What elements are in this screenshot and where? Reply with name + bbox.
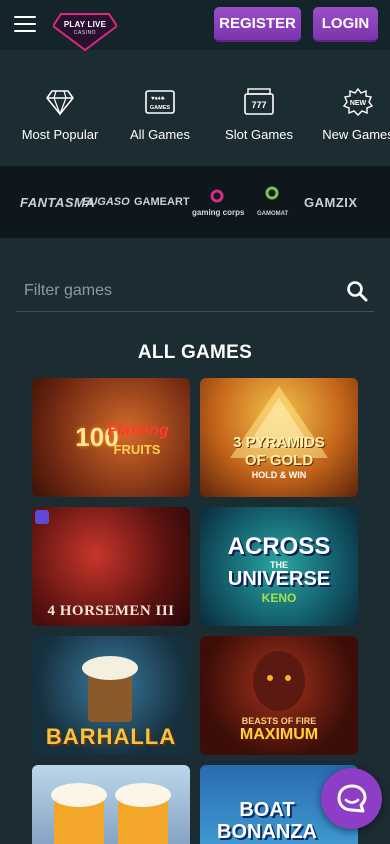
game-tile-4-horsemen-iii[interactable]: 4 HORSEMEN III: [32, 507, 190, 626]
diamond-icon: [45, 90, 75, 116]
game-title-text: BARHALLA: [45, 724, 177, 749]
game-title-text: MAXIMUM: [239, 726, 319, 743]
category-bar: Most Popular ♥♠♦♣ GAMES All Games 777 Slo…: [0, 80, 390, 150]
game-tile-3-pyramids-of-gold[interactable]: 3 PYRAMIDS OF GOLD HOLD & WIN: [200, 378, 358, 497]
filter-games-field: [16, 272, 374, 312]
game-tile-100-flaming-fruits[interactable]: 100 Flaming FRUITS: [32, 378, 190, 497]
category-slot-games[interactable]: 777 Slot Games: [214, 80, 304, 142]
game-tile-barhalla[interactable]: BARHALLA: [32, 636, 190, 755]
filter-games-input[interactable]: [24, 278, 324, 304]
provider-logo-eugaso[interactable]: EUGASO: [82, 166, 130, 238]
provider-badge-icon: [35, 510, 49, 524]
chat-support-button[interactable]: [321, 768, 382, 829]
game-title-text: 3 PYRAMIDS: [233, 434, 325, 451]
game-tile-beasts-of-fire-maximum[interactable]: BEASTS OF FIRE MAXIMUM: [200, 636, 358, 755]
search-icon[interactable]: [346, 280, 368, 302]
game-title-text: BONANZA: [217, 821, 317, 843]
svg-text:GAMES: GAMES: [150, 105, 171, 111]
game-title-text: HOLD & WIN: [251, 470, 307, 480]
provider-logo-strip: FANTASMA EUGASO GAMEART gaming corps GAM…: [0, 166, 390, 238]
game-title-text: OF GOLD: [244, 452, 314, 469]
game-title-text: UNIVERSE: [227, 568, 331, 590]
top-header: PLAY LIVE CASINO REGISTER LOGIN: [0, 0, 390, 52]
svg-text:NEW: NEW: [350, 100, 367, 107]
cards-icon: ♥♠♦♣ GAMES: [145, 90, 175, 114]
game-title-text: ACROSS: [227, 533, 331, 560]
game-title-text: KENO: [261, 591, 297, 605]
new-badge-icon: NEW: [342, 87, 374, 116]
game-title-text: 4 HORSEMEN III: [47, 603, 175, 619]
svg-text:777: 777: [251, 100, 266, 110]
category-label: All Games: [130, 127, 190, 142]
play-live-casino-logo[interactable]: PLAY LIVE CASINO: [51, 8, 119, 52]
slot-machine-icon: 777: [244, 88, 274, 115]
game-title-text: Flaming: [107, 422, 169, 439]
provider-name: gaming corps: [192, 207, 245, 217]
category-label: Slot Games: [225, 127, 293, 142]
game-tile-across-the-universe-keno[interactable]: ACROSS THE UNIVERSE KENO: [200, 507, 358, 626]
provider-logo-gamzix[interactable]: GAMZIX: [304, 166, 358, 238]
category-most-popular[interactable]: Most Popular: [15, 80, 105, 142]
section-title: ALL GAMES: [137, 342, 253, 363]
game-tile-beer[interactable]: [32, 765, 190, 844]
category-new-games[interactable]: NEW New Games: [313, 80, 390, 142]
login-button[interactable]: LOGIN: [313, 7, 378, 42]
beer-glasses-artwork: [51, 783, 171, 844]
provider-logo-gamomat[interactable]: GAMOMAT: [257, 166, 288, 238]
svg-text:♥♠♦♣: ♥♠♦♣: [151, 96, 165, 102]
category-label: Most Popular: [21, 127, 99, 142]
game-title-text: BEASTS OF FIRE: [241, 716, 317, 726]
game-title-text: FRUITS: [113, 442, 161, 457]
provider-logo-gaming-corps[interactable]: gaming corps: [192, 166, 244, 238]
provider-name: GAMOMAT: [257, 211, 289, 217]
provider-logo-gameart[interactable]: GAMEART: [134, 166, 190, 238]
hamburger-menu-icon[interactable]: [14, 16, 36, 34]
register-button[interactable]: REGISTER: [214, 7, 301, 42]
category-label: New Games: [322, 127, 390, 142]
chat-bubble-icon: [337, 784, 366, 812]
category-all-games[interactable]: ♥♠♦♣ GAMES All Games: [115, 80, 205, 142]
